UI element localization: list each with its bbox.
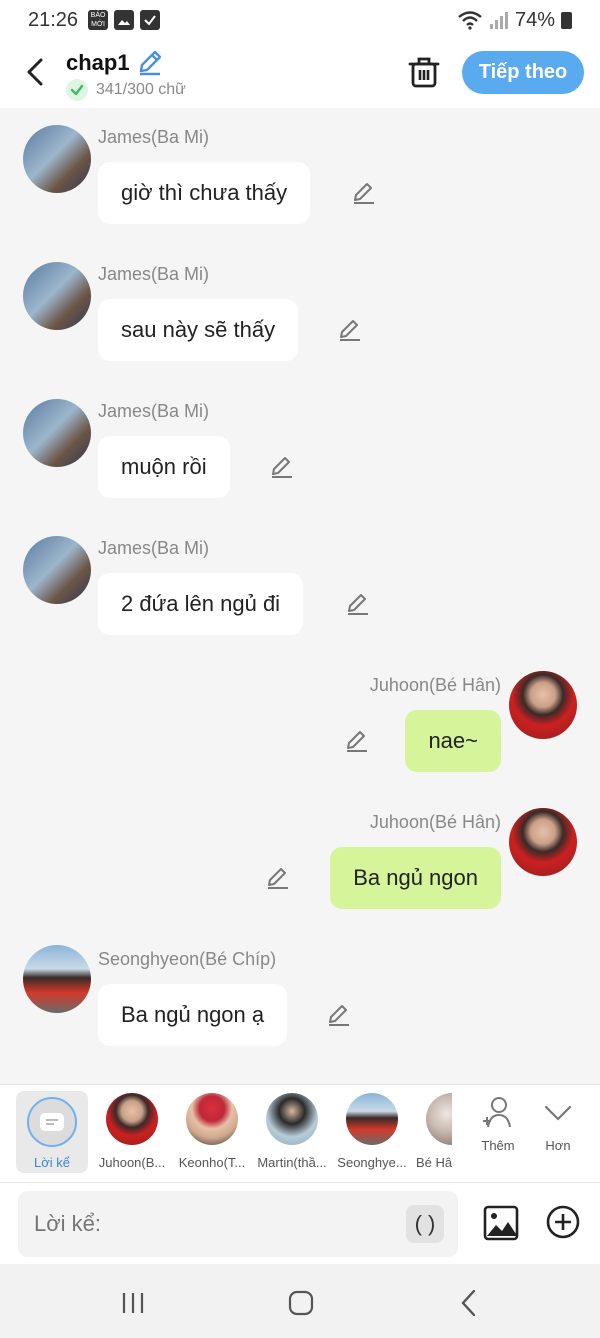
character-keonho[interactable]: Keonho(T... (174, 1093, 250, 1177)
message-item: James(Ba Mi) 2 đứa lên ngủ đi (0, 534, 600, 664)
more-characters-button[interactable]: Hơn (528, 1095, 588, 1153)
sender-name: James(Ba Mi) (98, 264, 210, 284)
character-seonghyeon[interactable]: Seonghye... (334, 1093, 410, 1177)
character-selector: Lời kể Juhoon(B... Keonho(T... Martin(th… (0, 1084, 600, 1182)
add-character-button[interactable]: Thêm (468, 1095, 528, 1153)
avatar-juhoon[interactable] (509, 671, 577, 739)
news-app-icon: BÁO MỚI (88, 10, 109, 30)
chevron-left-icon (27, 58, 43, 86)
checkbox-icon (140, 10, 161, 30)
avatar-juhoon[interactable] (509, 808, 577, 876)
word-count: 341/300 chữ (66, 79, 186, 101)
edit-message-icon[interactable] (269, 454, 295, 480)
chapter-title: chap1 (66, 50, 130, 75)
chevron-down-icon (544, 1105, 572, 1121)
sender-name: Juhoon(Bé Hân) (369, 812, 501, 832)
recent-apps-icon (122, 1293, 144, 1313)
editor-header: chap1 341/300 chữ Tiếp theo (0, 40, 600, 108)
character-avatar (186, 1093, 238, 1145)
status-system-icons: 74% (457, 9, 572, 32)
message-bubble[interactable]: 2 đứa lên ngủ đi (98, 573, 304, 635)
narration-label: Lời kể (34, 1155, 70, 1170)
status-notification-icons: BÁO MỚI (88, 10, 161, 30)
status-time: 21:26 (28, 8, 79, 31)
image-icon[interactable] (483, 1205, 519, 1241)
trash-icon[interactable] (406, 54, 442, 90)
character-name: Juhoon(B... (98, 1155, 166, 1170)
next-button[interactable]: Tiếp theo (462, 51, 584, 94)
battery-percent: 74% (514, 8, 555, 31)
parentheses-button[interactable]: ( ) (406, 1205, 444, 1243)
edit-message-icon[interactable] (345, 591, 371, 617)
message-item: Juhoon(Bé Hân) nae~ (0, 671, 600, 801)
status-bar: 21:26 BÁO MỚI 74% (0, 0, 600, 40)
edit-message-icon[interactable] (344, 728, 370, 754)
signal-icon (489, 12, 508, 29)
composer: ( ) (0, 1182, 600, 1264)
message-bubble[interactable]: nae~ (405, 710, 501, 772)
character-avatar (106, 1093, 158, 1145)
message-bubble[interactable]: Ba ngủ ngon ạ (98, 984, 288, 1046)
character-be-han[interactable]: Bé Hâ (414, 1093, 452, 1177)
edit-title-pencil-icon[interactable] (136, 48, 164, 76)
edit-message-icon[interactable] (337, 317, 363, 343)
sender-name: Juhoon(Bé Hân) (369, 675, 501, 695)
edit-message-icon[interactable] (265, 865, 291, 891)
character-name: Bé Hâ (416, 1155, 452, 1170)
recent-apps-button[interactable] (118, 1288, 148, 1318)
word-count-text: 341/300 chữ (96, 81, 186, 98)
narration-icon (27, 1097, 77, 1147)
avatar-james[interactable] (23, 399, 91, 467)
message-bubble[interactable]: sau này sẽ thấy (98, 299, 299, 361)
gallery-icon (114, 10, 135, 30)
character-avatar (346, 1093, 398, 1145)
message-bubble[interactable]: giờ thì chưa thấy (98, 162, 311, 224)
avatar-james[interactable] (23, 262, 91, 330)
plus-circle-icon[interactable] (546, 1205, 580, 1239)
message-bubble[interactable]: Ba ngủ ngon (330, 847, 501, 909)
system-back-button[interactable] (454, 1288, 484, 1318)
character-name: Martin(thầ... (257, 1155, 327, 1170)
battery-icon (561, 11, 572, 29)
chat-area: James(Ba Mi) giờ thì chưa thấy James(Ba … (0, 108, 600, 1084)
avatar-seonghyeon[interactable] (23, 945, 91, 1013)
character-avatar (426, 1093, 452, 1145)
avatar-james[interactable] (23, 536, 91, 604)
character-martin[interactable]: Martin(thầ... (254, 1093, 330, 1177)
message-item: Juhoon(Bé Hân) Ba ngủ ngon (0, 808, 600, 938)
avatar-james[interactable] (23, 125, 91, 193)
wifi-icon (458, 11, 482, 30)
narration-tab[interactable]: Lời kể (16, 1091, 88, 1173)
edit-message-icon[interactable] (326, 1002, 352, 1028)
character-juhoon[interactable]: Juhoon(B... (94, 1093, 170, 1177)
system-nav-bar (0, 1264, 600, 1338)
home-icon (288, 1290, 314, 1316)
home-button[interactable] (286, 1288, 316, 1318)
check-icon (66, 79, 88, 101)
back-button[interactable] (20, 54, 50, 90)
back-arrow-icon (461, 1289, 476, 1317)
more-characters-label: Hơn (545, 1138, 571, 1153)
sender-name: Seonghyeon(Bé Chíp) (98, 949, 277, 969)
message-bubble[interactable]: muộn rồi (98, 436, 230, 498)
sender-name: James(Ba Mi) (98, 538, 210, 558)
add-person-icon (483, 1097, 511, 1128)
message-item: James(Ba Mi) sau này sẽ thấy (0, 260, 600, 390)
sender-name: James(Ba Mi) (98, 401, 210, 421)
message-item: James(Ba Mi) giờ thì chưa thấy (0, 123, 600, 253)
add-character-label: Thêm (481, 1138, 515, 1153)
narration-input[interactable] (18, 1191, 458, 1257)
edit-message-icon[interactable] (351, 180, 377, 206)
character-name: Keonho(T... (178, 1155, 246, 1170)
message-item: James(Ba Mi) muộn rồi (0, 397, 600, 527)
message-item: Seonghyeon(Bé Chíp) Ba ngủ ngon ạ (0, 945, 600, 1075)
character-name: Seonghye... (337, 1155, 407, 1170)
sender-name: James(Ba Mi) (98, 127, 210, 147)
character-avatar (266, 1093, 318, 1145)
